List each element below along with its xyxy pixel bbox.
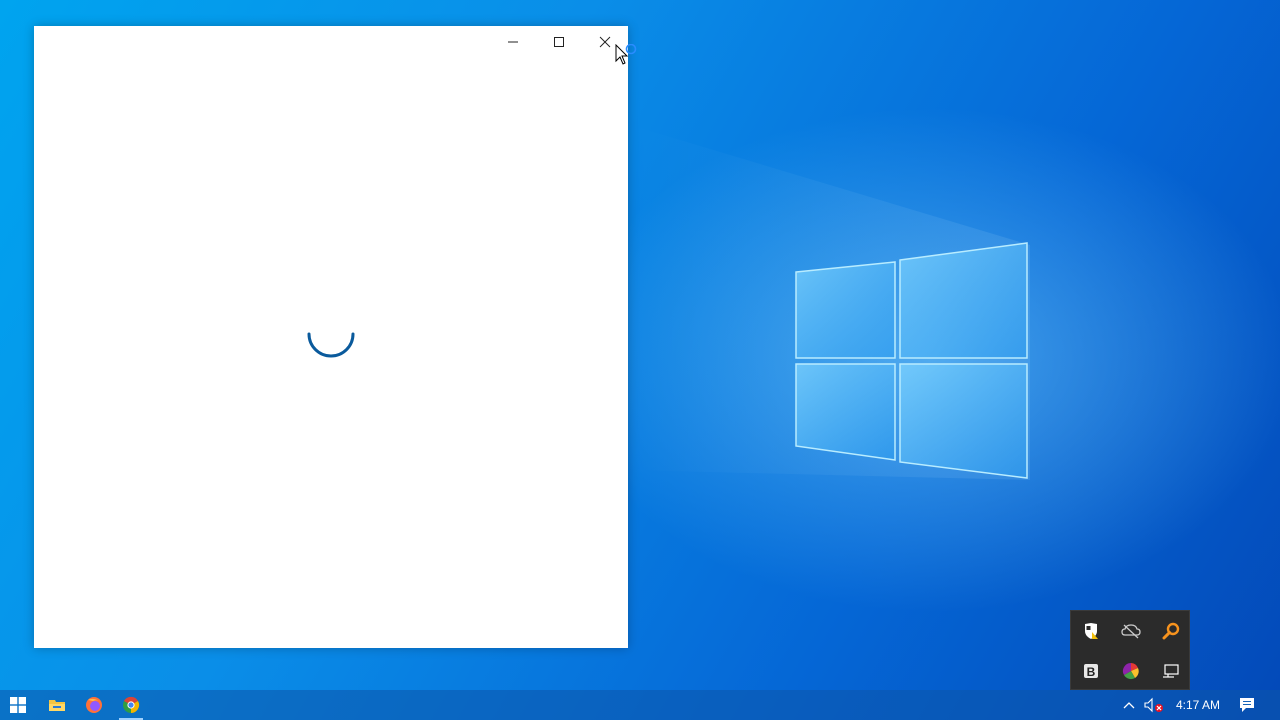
defender-warning-icon[interactable] bbox=[1071, 611, 1111, 651]
svg-text:B: B bbox=[1087, 665, 1096, 679]
close-icon bbox=[599, 36, 611, 48]
volume-button[interactable] bbox=[1138, 690, 1170, 720]
bitdefender-icon[interactable]: B bbox=[1071, 651, 1111, 691]
taskbar: 4:17 AM bbox=[0, 690, 1280, 720]
action-center-button[interactable] bbox=[1230, 690, 1264, 720]
action-center-icon bbox=[1240, 698, 1254, 712]
network-icon[interactable] bbox=[1151, 651, 1191, 691]
file-explorer-icon bbox=[49, 700, 65, 711]
maximize-icon bbox=[554, 37, 564, 47]
app-window[interactable] bbox=[34, 26, 628, 648]
volume-muted-icon bbox=[1144, 697, 1163, 713]
firefox-icon bbox=[86, 697, 102, 713]
loading-spinner bbox=[307, 332, 355, 358]
taskbar-firefox[interactable] bbox=[76, 690, 112, 720]
chevron-up-icon bbox=[1123, 702, 1135, 709]
minimize-icon bbox=[508, 41, 518, 43]
chrome-icon bbox=[123, 696, 140, 714]
onedrive-offline-icon[interactable] bbox=[1111, 611, 1151, 651]
start-icon bbox=[10, 697, 26, 713]
search-tool-icon[interactable] bbox=[1151, 611, 1191, 651]
taskbar-chrome[interactable] bbox=[113, 690, 149, 720]
mouse-pointer-busy-icon bbox=[615, 44, 637, 65]
taskbar-clock[interactable]: 4:17 AM bbox=[1168, 690, 1228, 720]
taskbar-file-explorer[interactable] bbox=[39, 690, 75, 720]
color-wheel-icon[interactable] bbox=[1111, 651, 1151, 691]
tray-overflow-flyout: B bbox=[1070, 610, 1190, 690]
start-button[interactable] bbox=[0, 690, 36, 720]
maximize-button[interactable] bbox=[536, 26, 582, 58]
minimize-button[interactable] bbox=[490, 26, 536, 58]
